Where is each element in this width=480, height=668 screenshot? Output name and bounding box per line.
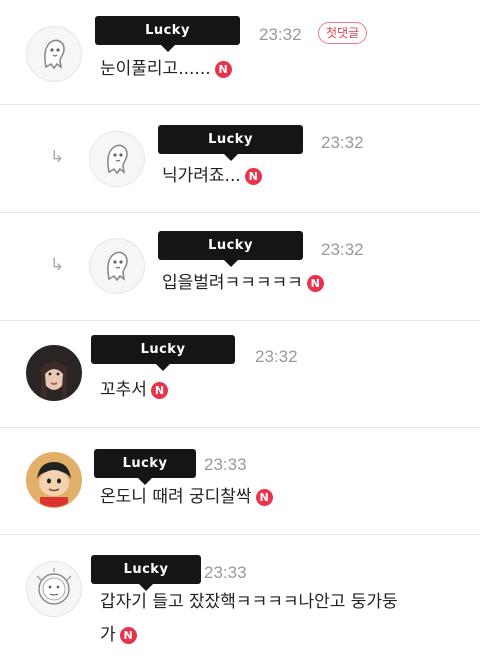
avatar[interactable]	[26, 561, 82, 617]
author-name-tag[interactable]: Lucky	[158, 125, 303, 161]
comment-item: Lucky 23:33 갑자기 들고 잤잤핵ㅋㅋㅋㅋ나안고 둥가둥 가N	[0, 535, 480, 668]
reply-arrow-icon: ↳	[50, 147, 65, 167]
new-badge: N	[150, 381, 168, 399]
ghost-character-icon	[107, 251, 128, 282]
sketch-character-icon	[36, 568, 72, 605]
ghost-character-icon	[44, 39, 65, 70]
comment-message: 온도니 때려 궁디찰싹 N	[100, 486, 273, 508]
comment-message: 갑자기 들고 잤잤핵ㅋㅋㅋㅋ나안고 둥가둥	[100, 591, 398, 613]
comment-time: 23:32	[255, 347, 298, 366]
comment-text: 닉가려죠...	[162, 166, 241, 186]
avatar[interactable]	[89, 131, 145, 187]
avatar[interactable]	[26, 345, 82, 401]
comment-item: Lucky 23:32 첫댓글 눈이풀리고...... N	[0, 0, 480, 105]
new-badge: N	[244, 167, 262, 185]
comment-time: 23:32	[321, 240, 364, 259]
comment-item: ↳ Lucky 23:32 닉가려죠... N	[0, 105, 480, 212]
author-name-tag[interactable]: Lucky	[95, 16, 240, 52]
comment-message: 입을벌려ㅋㅋㅋㅋㅋ N	[162, 272, 324, 294]
comment-message: 닉가려죠... N	[162, 165, 262, 187]
new-badge: N	[119, 626, 137, 644]
avatar[interactable]	[26, 452, 82, 508]
comment-text: 눈이풀리고......	[100, 59, 211, 79]
comment-text: 꼬추서	[100, 380, 147, 400]
comment-text-line2: 가	[100, 625, 116, 645]
comment-time: 23:33	[204, 455, 247, 474]
comment-item: Lucky 23:32 꼬추서 N	[0, 321, 480, 427]
new-badge: N	[214, 60, 232, 78]
comment-message: 눈이풀리고...... N	[100, 58, 232, 80]
comment-time: 23:33	[204, 563, 247, 582]
author-name-tag[interactable]: Lucky	[91, 335, 235, 371]
comment-time: 23:32	[259, 25, 302, 44]
cartoon-boy-icon	[27, 453, 81, 507]
author-name-tag[interactable]: Lucky	[91, 555, 201, 591]
reply-arrow-icon: ↳	[50, 255, 65, 275]
avatar[interactable]	[26, 26, 82, 82]
comment-message-continued: 가N	[100, 624, 137, 646]
first-comment-badge: 첫댓글	[318, 22, 368, 44]
comment-time: 23:32	[321, 133, 364, 152]
comment-item: Lucky 23:33 온도니 때려 궁디찰싹 N	[0, 428, 480, 534]
new-badge: N	[306, 274, 324, 292]
new-badge: N	[255, 488, 273, 506]
woman-photo-icon	[27, 346, 81, 400]
avatar[interactable]	[89, 238, 145, 294]
comment-item: ↳ Lucky 23:32 입을벌려ㅋㅋㅋㅋㅋ N	[0, 213, 480, 320]
ghost-character-icon	[107, 144, 128, 175]
comment-text: 온도니 때려 궁디찰싹	[100, 487, 252, 507]
comment-text: 입을벌려ㅋㅋㅋㅋㅋ	[162, 273, 303, 293]
author-name-tag[interactable]: Lucky	[158, 231, 303, 267]
comment-message: 꼬추서 N	[100, 379, 168, 401]
author-name-tag[interactable]: Lucky	[94, 449, 196, 485]
comment-text: 갑자기 들고 잤잤핵ㅋㅋㅋㅋ나안고 둥가둥	[100, 592, 398, 612]
